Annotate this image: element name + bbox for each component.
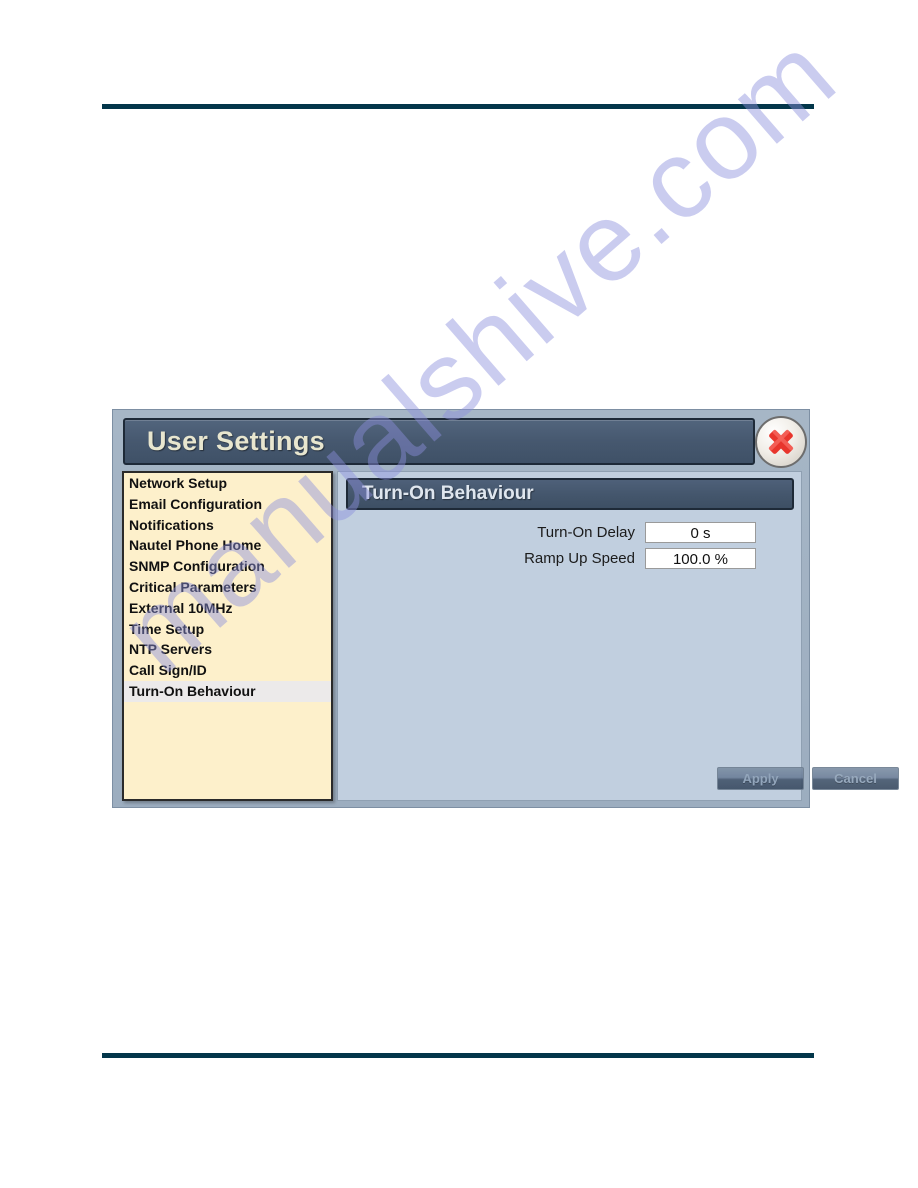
page-header-rule [102,104,814,109]
sidebar-item-label: Network Setup [129,475,228,491]
apply-button[interactable]: Apply [717,767,804,790]
cancel-button[interactable]: Cancel [812,767,899,790]
sidebar-item-critical-parameters[interactable]: Critical Parameters [124,577,331,598]
dialog-title: User Settings [147,426,325,456]
settings-sidebar: Network Setup Email Configuration Notifi… [122,471,333,801]
turn-on-behaviour-form: Turn-On Delay 0 s Ramp Up Speed 100.0 % [338,520,803,572]
sidebar-item-label: Nautel Phone Home [129,537,262,554]
sidebar-item-label: Call Sign/ID [129,662,207,679]
sidebar-item-turn-on-behaviour[interactable]: Turn-On Behaviour [124,680,331,702]
sidebar-item-ntp-servers[interactable]: NTP Servers [124,639,331,660]
page-footer-rule [102,1053,814,1058]
ramp-up-speed-input[interactable]: 100.0 % [645,548,756,569]
panel-header: Turn-On Behaviour [346,478,794,510]
sidebar-item-notifications[interactable]: Notifications [124,515,331,536]
panel-title: Turn-On Behaviour [362,483,534,504]
sidebar-item-call-sign-id[interactable]: Call Sign/ID [124,660,331,681]
sidebar-item-email-configuration[interactable]: Email Configuration [124,494,331,515]
sidebar-item-label: Critical Parameters [129,578,257,595]
form-row-turn-on-delay: Turn-On Delay 0 s [338,520,803,545]
sidebar-item-network-setup[interactable]: Network Setup [124,473,331,494]
sidebar-item-label: Turn-On Behaviour [129,682,256,699]
sidebar-item-nautel-phone-home[interactable]: Nautel Phone Home [124,535,331,556]
form-row-ramp-up-speed: Ramp Up Speed 100.0 % [338,546,803,571]
dialog-background: User Settings Network Setup Email Config… [113,410,899,807]
sidebar-item-time-setup[interactable]: Time Setup [124,619,331,640]
sidebar-item-label: NTP Servers [129,641,213,658]
sidebar-item-label: Email Configuration [129,495,262,512]
dialog-titlebar: User Settings [123,418,755,465]
sidebar-item-label: Notifications [129,516,214,533]
turn-on-delay-label: Turn-On Delay [537,524,635,541]
settings-content-panel: Turn-On Behaviour Turn-On Delay 0 s Ramp… [337,471,899,801]
dialog-action-buttons: Apply Cancel [717,767,899,790]
turn-on-delay-input[interactable]: 0 s [645,522,756,543]
sidebar-item-external-10mhz[interactable]: External 10MHz [124,598,331,619]
sidebar-item-label: SNMP Configuration [129,558,265,575]
sidebar-item-snmp-configuration[interactable]: SNMP Configuration [124,556,331,577]
sidebar-item-label: External 10MHz [129,599,233,616]
sidebar-item-label: Time Setup [129,620,205,637]
user-settings-dialog: User Settings Network Setup Email Config… [112,409,899,808]
close-x-icon[interactable] [755,416,807,468]
ramp-up-speed-label: Ramp Up Speed [524,550,635,567]
